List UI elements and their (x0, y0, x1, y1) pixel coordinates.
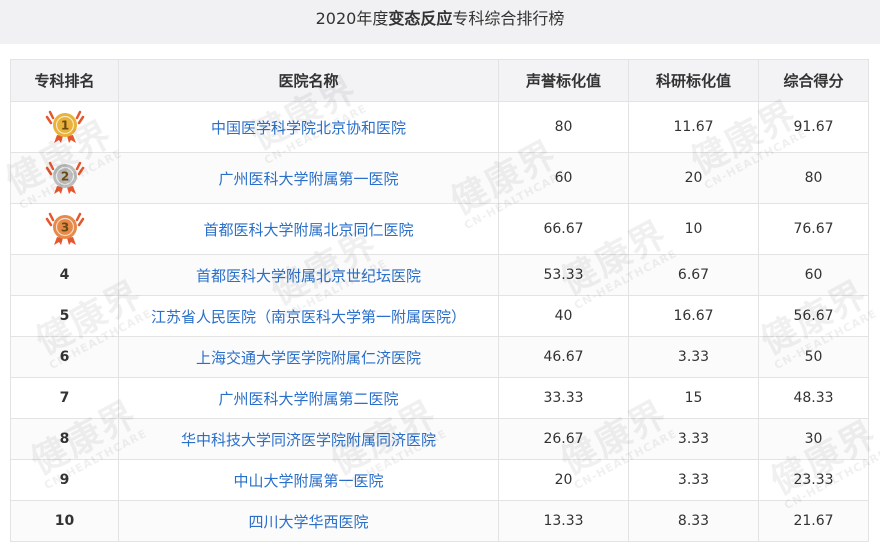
reputation-score: 53.33 (498, 254, 629, 296)
hospital-name-link[interactable]: 广州医科大学附属第二医院 (118, 377, 499, 419)
title-year: 2020年度 (315, 9, 389, 28)
rank-cell: 8 (10, 418, 119, 460)
hospital-name-link[interactable]: 江苏省人民医院（南京医科大学第一附属医院） (118, 295, 499, 337)
header-rank[interactable]: 专科排名 (10, 59, 119, 102)
rank-cell: 2 (10, 152, 119, 204)
reputation-score: 40 (498, 295, 629, 337)
research-score: 11.67 (628, 101, 759, 153)
rank-cell: 5 (10, 295, 119, 337)
research-score: 10 (628, 203, 759, 255)
ranking-page: 2020年度变态反应专科综合排行榜 专科排名 医院名称 声誉标化值 科研标化值 … (0, 0, 880, 549)
table-row: 3 首都医科大学附属北京同仁医院 66.67 10 76.67 (10, 203, 869, 255)
title-suffix: 专科综合排行榜 (452, 9, 565, 28)
ranking-table: 专科排名 医院名称 声誉标化值 科研标化值 综合得分 1 中国医学科学院北京协和医… (10, 59, 869, 542)
total-score: 50 (758, 336, 869, 378)
table-row: 8 华中科技大学同济医学院附属同济医院 26.67 3.33 30 (10, 418, 869, 460)
table-row: 2 广州医科大学附属第一医院 60 20 80 (10, 152, 869, 204)
hospital-name-link[interactable]: 上海交通大学医学院附属仁济医院 (118, 336, 499, 378)
total-score: 30 (758, 418, 869, 460)
table-header-row: 专科排名 医院名称 声誉标化值 科研标化值 综合得分 (10, 59, 869, 102)
rank-number: 3 (60, 221, 68, 235)
reputation-score: 13.33 (498, 500, 629, 542)
reputation-score: 80 (498, 101, 629, 153)
reputation-score: 26.67 (498, 418, 629, 460)
header-total[interactable]: 综合得分 (758, 59, 869, 102)
rank-cell: 10 (10, 500, 119, 542)
silver-medal-icon: 2 (45, 156, 85, 200)
research-score: 16.67 (628, 295, 759, 337)
rank-cell: 9 (10, 459, 119, 501)
total-score: 56.67 (758, 295, 869, 337)
ranking-table-container: 专科排名 医院名称 声誉标化值 科研标化值 综合得分 1 中国医学科学院北京协和医… (10, 59, 869, 542)
bronze-medal-icon: 3 (45, 207, 85, 251)
rank-cell: 7 (10, 377, 119, 419)
table-row: 5 江苏省人民医院（南京医科大学第一附属医院） 40 16.67 56.67 (10, 295, 869, 337)
hospital-name-link[interactable]: 广州医科大学附属第一医院 (118, 152, 499, 204)
reputation-score: 33.33 (498, 377, 629, 419)
reputation-score: 60 (498, 152, 629, 204)
header-hospital[interactable]: 医院名称 (118, 59, 499, 102)
table-row: 10 四川大学华西医院 13.33 8.33 21.67 (10, 500, 869, 542)
hospital-name-link[interactable]: 四川大学华西医院 (118, 500, 499, 542)
rank-cell: 3 (10, 203, 119, 255)
hospital-name-link[interactable]: 华中科技大学同济医学院附属同济医院 (118, 418, 499, 460)
total-score: 76.67 (758, 203, 869, 255)
total-score: 80 (758, 152, 869, 204)
rank-number: 1 (60, 119, 68, 133)
table-row: 7 广州医科大学附属第二医院 33.33 15 48.33 (10, 377, 869, 419)
hospital-name-link[interactable]: 中山大学附属第一医院 (118, 459, 499, 501)
rank-cell: 1 (10, 101, 119, 153)
reputation-score: 20 (498, 459, 629, 501)
total-score: 23.33 (758, 459, 869, 501)
header-research[interactable]: 科研标化值 (628, 59, 759, 102)
total-score: 48.33 (758, 377, 869, 419)
table-row: 1 中国医学科学院北京协和医院 80 11.67 91.67 (10, 101, 869, 153)
title-specialty: 变态反应 (388, 9, 453, 28)
total-score: 91.67 (758, 101, 869, 153)
research-score: 3.33 (628, 336, 759, 378)
table-row: 6 上海交通大学医学院附属仁济医院 46.67 3.33 50 (10, 336, 869, 378)
reputation-score: 46.67 (498, 336, 629, 378)
hospital-name-link[interactable]: 中国医学科学院北京协和医院 (118, 101, 499, 153)
hospital-name-link[interactable]: 首都医科大学附属北京同仁医院 (118, 203, 499, 255)
research-score: 15 (628, 377, 759, 419)
table-row: 9 中山大学附属第一医院 20 3.33 23.33 (10, 459, 869, 501)
table-row: 4 首都医科大学附属北京世纪坛医院 53.33 6.67 60 (10, 254, 869, 296)
rank-number: 2 (60, 170, 68, 184)
gold-medal-icon: 1 (45, 105, 85, 149)
research-score: 3.33 (628, 459, 759, 501)
total-score: 21.67 (758, 500, 869, 542)
header-reputation[interactable]: 声誉标化值 (498, 59, 629, 102)
total-score: 60 (758, 254, 869, 296)
page-title: 2020年度变态反应专科综合排行榜 (0, 0, 880, 44)
rank-cell: 4 (10, 254, 119, 296)
research-score: 8.33 (628, 500, 759, 542)
research-score: 3.33 (628, 418, 759, 460)
rank-cell: 6 (10, 336, 119, 378)
hospital-name-link[interactable]: 首都医科大学附属北京世纪坛医院 (118, 254, 499, 296)
research-score: 20 (628, 152, 759, 204)
research-score: 6.67 (628, 254, 759, 296)
reputation-score: 66.67 (498, 203, 629, 255)
